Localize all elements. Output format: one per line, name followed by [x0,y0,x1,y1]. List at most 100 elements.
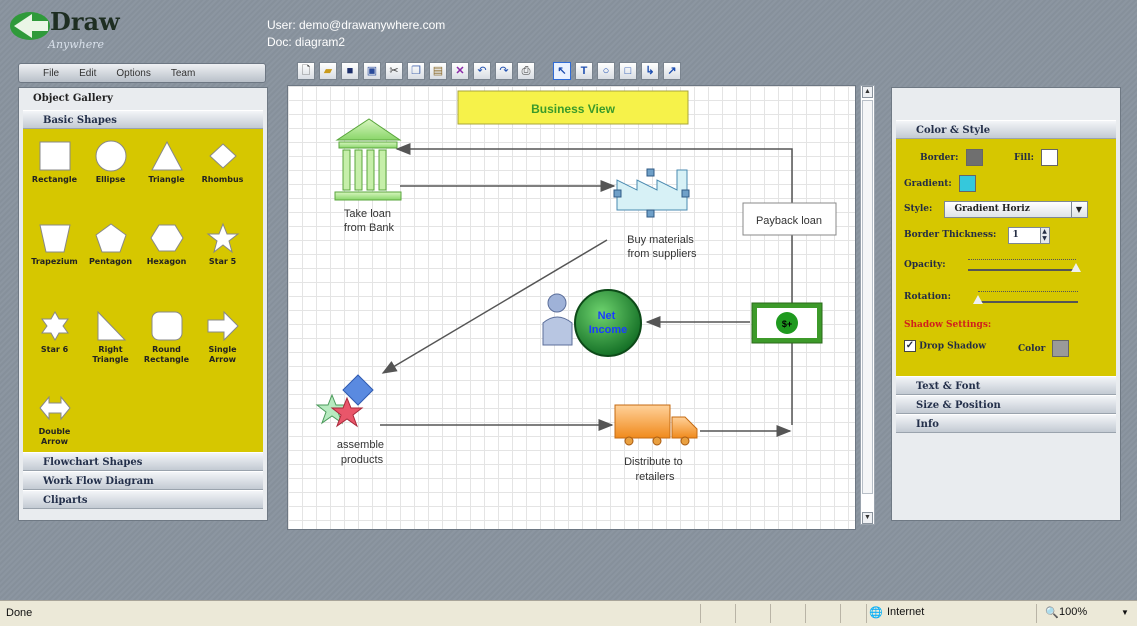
logo-text: Draw [50,7,121,36]
section-text-font[interactable]: Text & Font [896,376,1116,395]
section-cliparts[interactable]: Cliparts [23,490,263,509]
border-color-swatch[interactable] [965,149,983,166]
payback-loan-node[interactable]: Payback loan [742,202,837,236]
scrollbar-thumb[interactable] [862,100,873,494]
shape-ellipse[interactable]: Ellipse [83,139,138,223]
fill-color-swatch[interactable] [1041,149,1059,166]
scroll-up-arrow-icon[interactable]: ▲ [862,86,873,98]
new-document-button[interactable]: 🗋 [297,62,315,80]
menu-edit[interactable]: Edit [69,68,106,79]
shadow-color-swatch[interactable] [1052,340,1070,357]
opacity-slider-thumb[interactable] [1071,263,1081,272]
text-tool[interactable]: T [575,62,593,80]
business-view-title: Business View [531,102,615,116]
connector-tool[interactable]: ↳ [641,62,659,80]
shape-label: Triangle [148,175,185,184]
delete-button[interactable]: ✕ [451,62,469,80]
money-node[interactable]: $+ [751,302,823,344]
assemble-label: assemble products [337,439,387,466]
canvas-vertical-scrollbar[interactable]: ▲ ▼ [860,85,875,525]
star-6-icon [40,310,69,342]
document-name: Doc: diagram2 [267,35,346,49]
shape-right-triangle[interactable]: Right Triangle [83,309,138,393]
open-button[interactable]: ▰ [319,62,337,80]
rotation-slider-thumb[interactable] [973,295,983,304]
cut-button[interactable]: ✂ [385,62,403,80]
section-info[interactable]: Info [896,414,1116,433]
business-view-title-box[interactable]: Business View [457,90,689,125]
shape-trapezium[interactable]: Trapezium [27,221,82,305]
toolbar: 🗋 ▰ ■ ▣ ✂ ❐ ▤ ✕ ↶ ↷ ⎙ ↖ T ○ □ ↳ ↗ [297,62,681,84]
style-select[interactable]: Gradient Horiz ▼ [943,201,1088,218]
ellipse-tool[interactable]: ○ [597,62,615,80]
assemble-node[interactable]: assemble products [315,374,387,466]
shape-label: Trapezium [31,257,78,266]
border-thickness-input[interactable]: 1 ▲ ▼ [1007,227,1050,244]
connector-factory-to-assemble[interactable] [381,239,608,374]
payback-loan-label: Payback loan [756,215,822,227]
print-icon: ⎙ [521,64,531,77]
shape-double-arrow[interactable]: Double Arrow [27,391,82,475]
net-income-node[interactable]: Net Income [542,289,642,357]
double-arrow-icon [38,395,71,421]
status-cell [805,604,835,623]
ellipse-icon [95,140,126,172]
distribute-node[interactable]: Distribute to retailers [614,404,698,483]
status-text: Done [6,607,33,619]
factory-node[interactable]: Buy materials from suppliers [613,168,697,260]
redo-button[interactable]: ↷ [495,62,513,80]
drop-shadow-label: Drop Shadow [919,341,987,352]
menu-file[interactable]: File [33,68,69,79]
properties-panel: Color & Style Border: Fill: Gradient: St… [891,87,1121,521]
drop-shadow-checkbox[interactable]: ✓ [904,340,916,352]
zoom-cell[interactable]: 🔍 100% ▼ [1036,604,1136,623]
stepper-icon[interactable]: ▲ ▼ [1039,228,1049,243]
copy-button[interactable]: ❐ [407,62,425,80]
zone-label: Internet [887,606,925,618]
scroll-down-arrow-icon[interactable]: ▼ [862,512,873,524]
bank-label: Take loan from Bank [344,208,395,234]
shape-star-5[interactable]: Star 5 [195,221,250,305]
save-button[interactable]: ■ [341,62,359,80]
globe-icon: 🌐 [869,607,883,619]
shape-label: Rhombus [201,175,244,184]
border-row: Border: [920,149,983,166]
paste-button[interactable]: ▤ [429,62,447,80]
print-button[interactable]: ⎙ [517,62,535,80]
rectangle-tool[interactable]: □ [619,62,637,80]
shape-single-arrow[interactable]: Single Arrow [195,309,250,393]
shape-round-rectangle[interactable]: Round Rectangle [139,309,194,393]
star-5-icon [206,222,239,254]
shape-pentagon[interactable]: Pentagon [83,221,138,305]
rotation-slider[interactable] [978,301,1078,303]
menu-options[interactable]: Options [106,68,160,79]
save-as-icon: ▣ [366,64,378,77]
opacity-slider[interactable] [968,269,1076,271]
opacity-row: Opacity: [904,260,946,270]
toolbar-separator [539,62,549,84]
shape-triangle[interactable]: Triangle [139,139,194,223]
section-basic-shapes[interactable]: Basic Shapes [23,110,263,129]
shape-hexagon[interactable]: Hexagon [139,221,194,305]
gradient-color-swatch[interactable] [958,175,976,192]
section-color-style[interactable]: Color & Style [896,120,1116,139]
shape-rhombus[interactable]: Rhombus [195,139,250,223]
menu-team[interactable]: Team [161,68,205,79]
zoom-level: 100% [1059,606,1088,618]
paste-icon: ▤ [432,64,444,77]
line-tool[interactable]: ↗ [663,62,681,80]
connector-payback-to-bank[interactable] [395,143,793,425]
undo-button[interactable]: ↶ [473,62,491,80]
bank-node[interactable]: Take loan from Bank [334,118,402,234]
status-cell [700,604,730,623]
chevron-down-icon[interactable]: ▼ [1121,608,1129,617]
shape-star-6[interactable]: Star 6 [27,309,82,393]
section-size-position[interactable]: Size & Position [896,395,1116,414]
new-document-icon: 🗋 [301,64,311,77]
pointer-tool[interactable]: ↖ [553,62,571,80]
pointer-icon: ↖ [557,64,567,77]
save-as-button[interactable]: ▣ [363,62,381,80]
line-icon: ↗ [667,64,677,77]
shape-rectangle[interactable]: Rectangle [27,139,82,223]
rhombus-icon [208,143,237,169]
